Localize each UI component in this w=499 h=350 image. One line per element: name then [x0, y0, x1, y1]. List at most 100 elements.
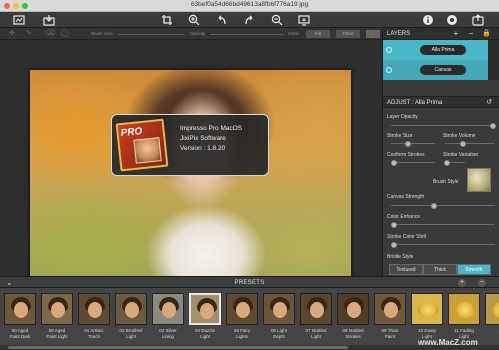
stroke-color-shift-label: Stroke Color Shift [387, 234, 427, 240]
about-dialog: PRO Impresso Pro MacOS JixiPix Software … [111, 114, 269, 176]
preset-face [384, 302, 398, 318]
about-company: JixiPix Software [180, 135, 226, 142]
preset-face [200, 303, 214, 319]
stroke-variation-knob[interactable] [444, 159, 450, 166]
stroke-size-slider[interactable] [391, 143, 435, 144]
stroke-color-shift-knob[interactable] [391, 241, 397, 248]
canvas-strength-label: Canvas Strength [387, 194, 425, 200]
fill-button[interactable]: Fill [306, 30, 330, 38]
layer-opacity-slider[interactable] [391, 125, 495, 126]
preset-face [236, 302, 250, 318]
brush-size-slider[interactable] [118, 33, 184, 35]
conform-strokes-label: Conform Strokes [387, 152, 425, 158]
painted-photo[interactable] [30, 70, 351, 290]
portrait-art-icon [133, 137, 162, 164]
stroke-volume-knob[interactable] [460, 140, 466, 147]
preset-thumbnail[interactable] [78, 293, 110, 325]
stroke-variation-label: Stroke Variation [443, 152, 479, 158]
presets-header: ⌄ PRESETS + − [0, 276, 499, 288]
conform-strokes-slider[interactable] [391, 162, 435, 163]
preset-thumbnail[interactable] [411, 293, 443, 325]
compare-view-icon[interactable] [13, 14, 25, 26]
layer-opacity-knob[interactable] [490, 122, 496, 129]
layer-opacity-label: Layer Opacity [387, 114, 418, 120]
bristle-smooth-button[interactable]: Smooth [457, 264, 491, 275]
preset-flower [492, 302, 499, 318]
preset-thumbnail[interactable] [115, 293, 147, 325]
move-tool-icon[interactable]: ✥ [9, 29, 15, 39]
info-icon[interactable] [422, 14, 434, 26]
open-image-icon[interactable] [43, 14, 55, 26]
color-enhance-slider[interactable] [391, 224, 495, 225]
stroke-size-knob[interactable] [405, 140, 411, 147]
preset-thumbnail[interactable] [226, 293, 258, 325]
brush-style-label: Brush Style [433, 179, 459, 185]
stroke-color-shift-slider[interactable] [391, 244, 495, 245]
color-enhance-knob[interactable] [391, 221, 397, 228]
paint-brush-icon[interactable]: ✎ [26, 29, 32, 39]
lock-layer-icon[interactable]: 🔒 [482, 28, 491, 40]
preset-face [273, 302, 287, 318]
preset-face [347, 302, 361, 318]
rotate-left-icon[interactable] [216, 14, 228, 26]
layer-visibility-icon[interactable] [386, 47, 392, 53]
preset-label: 00 Aged Paint Dark [2, 328, 38, 339]
stroke-size-label: Stroke Size [387, 133, 413, 139]
eraser-icon[interactable]: ⌫ [45, 29, 55, 39]
watermark-text: www.MacZ.com [418, 338, 478, 347]
preset-face [310, 302, 324, 318]
remove-preset-icon[interactable]: − [478, 279, 486, 287]
preset-thumbnail[interactable] [4, 293, 36, 325]
add-preset-icon[interactable]: + [458, 279, 466, 287]
rotate-right-icon[interactable] [243, 14, 255, 26]
canvas-strength-slider[interactable] [391, 205, 495, 206]
lasso-icon[interactable]: ◯ [61, 29, 69, 39]
preset-label: 05 Fairy Lights [224, 328, 260, 339]
preset-thumbnail[interactable] [263, 293, 295, 325]
right-panel: LAYERS + − 🔒 Alla Prima Canvas ADJUST : … [382, 28, 499, 276]
preset-flower [455, 302, 475, 318]
stroke-volume-slider[interactable] [445, 143, 495, 144]
layer-row-canvas[interactable]: Canvas [383, 60, 488, 80]
preset-label-line2: Lights [235, 333, 248, 339]
about-version: Version : 1.8.20 [180, 145, 226, 152]
preset-label: 00 Aged Paint Light [39, 328, 75, 339]
clear-button[interactable]: Clear [336, 30, 360, 38]
settings-icon[interactable] [446, 14, 458, 26]
layers-scrollbar[interactable] [488, 40, 499, 80]
stroke-volume-label: Stroke Volume [443, 133, 476, 139]
reset-adjust-icon[interactable]: ↺ [485, 97, 493, 109]
preset-thumbnail[interactable] [448, 293, 480, 325]
zoom-out-icon[interactable] [271, 14, 283, 26]
preset-label: 02 Brushed Light [113, 328, 149, 339]
export-icon[interactable] [472, 14, 484, 26]
fit-screen-icon[interactable] [298, 14, 310, 26]
preset-thumbnail[interactable] [337, 293, 369, 325]
bristle-thick-button[interactable]: Thick [423, 264, 457, 275]
preset-label-line2: Touch [87, 333, 100, 339]
conform-strokes-knob[interactable] [391, 159, 397, 166]
collapse-panel-icon[interactable]: › [366, 30, 380, 38]
preset-label-line2: Paint Light [46, 333, 68, 339]
layer-row-alla-prima[interactable]: Alla Prima [383, 40, 488, 60]
preset-label: 12 [483, 328, 499, 334]
opacity-slider[interactable] [210, 33, 284, 35]
brush-style-swatch[interactable] [467, 168, 491, 192]
crop-icon[interactable] [161, 14, 173, 26]
preset-thumbnail[interactable] [300, 293, 332, 325]
zoom-in-icon[interactable] [188, 14, 200, 26]
preset-face [14, 302, 28, 318]
preset-thumbnail[interactable] [41, 293, 73, 325]
preset-thumbnail[interactable] [374, 293, 406, 325]
preset-thumbnail[interactable] [152, 293, 184, 325]
layer-visibility-icon[interactable] [386, 67, 392, 73]
color-enhance-label: Color Enhance [387, 214, 421, 220]
bristle-textured-button[interactable]: Textured [389, 264, 423, 275]
bristle-style-label: Bristle Style [387, 254, 414, 260]
preset-thumbnail[interactable] [485, 293, 499, 325]
remove-layer-icon[interactable]: − [467, 28, 475, 40]
presets-scroll-thumb[interactable] [8, 346, 348, 349]
canvas-strength-knob[interactable] [431, 202, 437, 209]
add-layer-icon[interactable]: + [452, 28, 460, 40]
preset-thumbnail[interactable] [189, 293, 221, 325]
